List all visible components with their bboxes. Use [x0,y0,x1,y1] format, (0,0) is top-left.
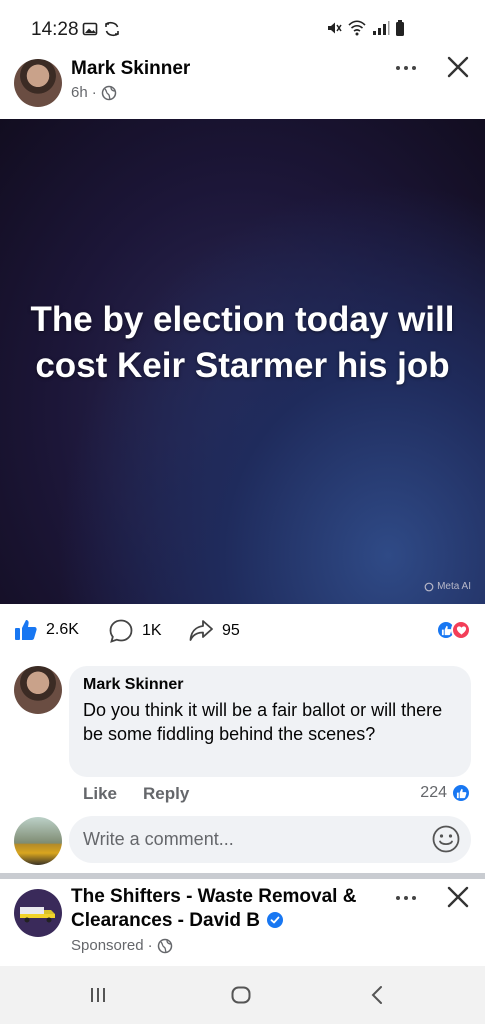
close-icon[interactable] [443,882,473,912]
love-reaction-icon [451,620,471,640]
sponsor-name-text: The Shifters - Waste Removal & Clearance… [71,886,357,931]
share-button[interactable]: 95 [188,618,240,644]
emoji-icon[interactable] [431,824,461,854]
status-time: 14:28 [31,19,79,40]
commenter-avatar[interactable] [14,666,62,714]
comment-author[interactable]: Mark Skinner [83,676,457,694]
comment-input-placeholder: Write a comment... [83,829,234,849]
comment-bubble[interactable]: Mark Skinner Do you think it will be a f… [69,666,471,777]
author-avatar[interactable] [14,59,62,107]
meta-ai-icon [424,582,434,591]
author-name[interactable]: Mark Skinner [71,58,190,80]
sponsored-separator: · [147,937,153,954]
write-comment-row: Write a comment... [0,815,485,865]
signal-icon [373,21,390,35]
post-divider [0,873,485,879]
android-nav-bar [0,966,485,1024]
verified-badge-icon [267,912,284,928]
reactions-bar: 2.6K 1K 95 [0,612,485,648]
battery-icon [396,20,404,36]
sponsor-name[interactable]: The Shifters - Waste Removal & Clearance… [71,885,381,933]
back-icon[interactable] [366,983,390,1007]
comment: Mark Skinner Do you think it will be a f… [0,664,485,777]
sponsor-avatar[interactable] [14,889,62,937]
my-avatar [14,817,62,865]
comment-icon [109,619,133,643]
post-meta: 6h · [71,84,117,101]
thumbs-up-icon [15,620,37,640]
sync-icon [105,21,119,37]
sponsored-label: Sponsored [71,937,144,954]
comment-input[interactable]: Write a comment... [69,816,471,863]
comment-text: Do you think it will be a fair ballot or… [83,700,443,744]
status-right-icons [326,20,405,36]
globe-icon [101,85,116,100]
comment-likes-count: 224 [420,784,447,801]
post-image[interactable]: The by election today will cost Keir Sta… [0,119,485,604]
comments-count: 1K [142,622,162,639]
close-icon[interactable] [443,52,473,82]
comment-actions: Like Reply [83,784,189,804]
more-options-button[interactable] [391,56,421,80]
truck-logo-icon [20,907,55,923]
image-icon [82,22,98,36]
post-time[interactable]: 6h [71,84,88,101]
post-header: Mark Skinner 6h · [0,56,485,116]
meta-ai-label: Meta AI [424,581,471,592]
more-horizontal-icon [396,66,416,70]
more-horizontal-icon [396,896,416,900]
wifi-icon [348,20,366,36]
home-icon[interactable] [229,983,253,1007]
meta-ai-text: Meta AI [437,581,471,592]
like-button[interactable]: 2.6K [14,618,79,642]
sponsored-post-header: The Shifters - Waste Removal & Clearance… [0,880,485,966]
post-image-text: The by election today will cost Keir Sta… [30,300,455,385]
comment-likes[interactable]: 224 [420,783,471,803]
mute-icon [328,22,342,34]
comment-like-reaction-icon [451,783,471,803]
meta-separator: · [91,84,97,101]
sponsored-meta: Sponsored · [71,937,173,954]
comment-like-button[interactable]: Like [83,784,117,804]
recent-apps-icon[interactable] [86,983,110,1007]
status-left-icons [82,21,120,37]
likes-count: 2.6K [46,621,79,638]
share-icon [189,620,213,641]
globe-icon [157,938,172,953]
comment-reply-button[interactable]: Reply [143,784,189,804]
comment-button[interactable]: 1K [108,618,162,644]
status-bar: 14:28 [0,0,485,52]
reaction-summary[interactable] [436,620,471,640]
sponsored-more-button[interactable] [391,886,421,910]
shares-count: 95 [222,622,240,639]
